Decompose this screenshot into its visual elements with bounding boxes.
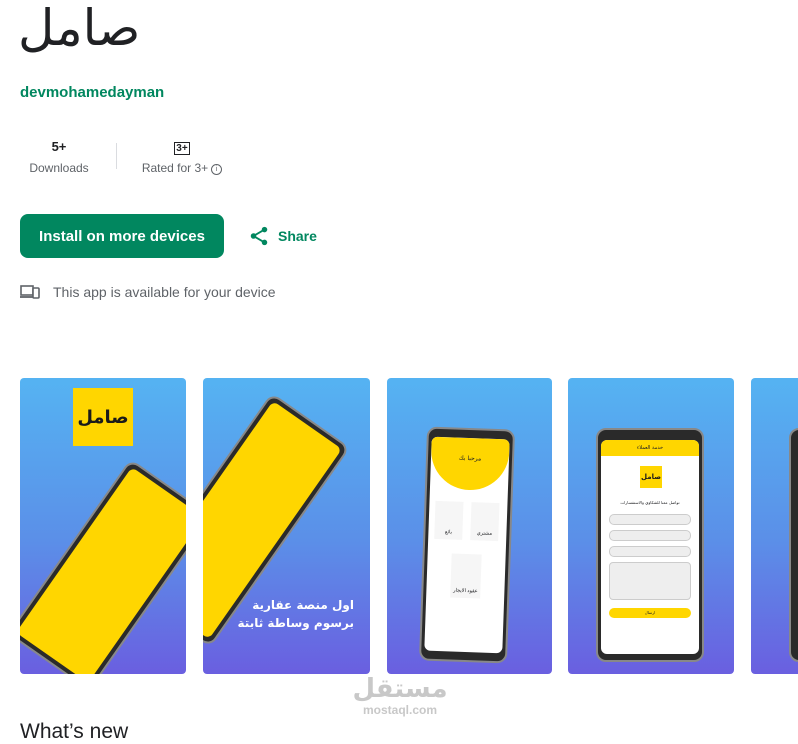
tagline-line-1: اول منصة عقارية [252, 598, 354, 612]
tagline-line-2: برسوم وساطة ثابتة [237, 616, 354, 630]
name-field [609, 514, 691, 525]
screenshot-5[interactable] [751, 378, 798, 674]
devices-icon [20, 285, 40, 299]
rating-label: Rated for 3+ [141, 161, 209, 175]
share-icon [250, 226, 268, 246]
screenshot-2[interactable]: اول منصة عقارية برسوم وساطة ثابتة [203, 378, 370, 674]
phone-mockup [20, 458, 186, 674]
phone-mockup [789, 428, 798, 662]
screenshot-3[interactable]: مرحبا بك بائع مشتري عقود الايجار [387, 378, 552, 674]
install-button[interactable]: Install on more devices [20, 214, 224, 258]
downloads-value: 5+ [51, 139, 67, 154]
stats-divider [116, 143, 117, 169]
info-icon[interactable]: i [211, 164, 223, 175]
buyer-card: مشتري [470, 502, 500, 542]
downloads-stat: 5+ Downloads [24, 138, 94, 175]
welcome-header: مرحبا بك [429, 436, 510, 492]
support-subtitle: تواصل معنا للشكاوي والاستفسارات [620, 500, 680, 505]
rental-card: عقود الايجار [450, 553, 482, 599]
watermark-latin: mostaql.com [362, 703, 437, 717]
app-logo: صامل [640, 466, 662, 488]
subject-field [609, 546, 691, 557]
message-field [609, 562, 691, 600]
send-button: ارسال [609, 608, 691, 618]
seller-card: بائع [434, 500, 464, 540]
phone-mockup: خدمة العملاء صامل تواصل معنا للشكاوي وال… [596, 428, 704, 662]
content-rating-stat[interactable]: 3+ Rated for 3+ i [136, 138, 228, 175]
watermark: مستقل mostaql.com [340, 674, 460, 716]
share-label: Share [278, 228, 317, 244]
support-header: خدمة العملاء [601, 440, 699, 456]
email-field [609, 530, 691, 541]
screenshot-1[interactable]: صامل [20, 378, 186, 674]
screenshot-4[interactable]: خدمة العملاء صامل تواصل معنا للشكاوي وال… [568, 378, 734, 674]
device-note-text: This app is available for your device [53, 284, 276, 300]
app-title: صامل [18, 0, 141, 57]
promo-tagline: اول منصة عقارية برسوم وساطة ثابتة [238, 596, 354, 632]
phone-mockup: مرحبا بك بائع مشتري عقود الايجار [418, 426, 516, 664]
watermark-arabic: مستقل [352, 674, 448, 704]
device-availability: This app is available for your device [20, 284, 276, 300]
downloads-label: Downloads [29, 161, 89, 175]
developer-link[interactable]: devmohamedayman [20, 84, 164, 101]
rating-badge-icon: 3+ [174, 142, 190, 155]
whats-new-heading: What’s new [20, 720, 129, 743]
share-button[interactable]: Share [248, 224, 317, 248]
app-logo: صامل [73, 388, 133, 446]
